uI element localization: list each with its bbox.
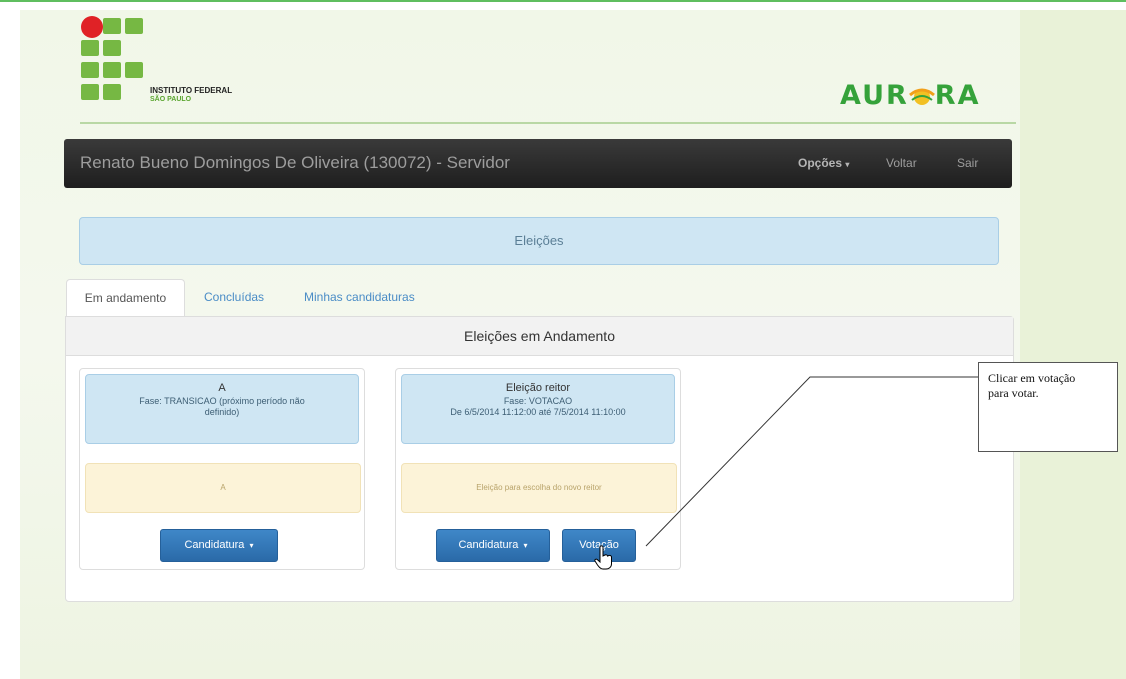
annotation-line-2: para votar.: [988, 386, 1039, 400]
annotation-pointer: [645, 376, 978, 547]
annotation-line-1: Clicar em votação: [988, 371, 1076, 385]
annotation-note: Clicar em votação para votar.: [978, 362, 1118, 452]
